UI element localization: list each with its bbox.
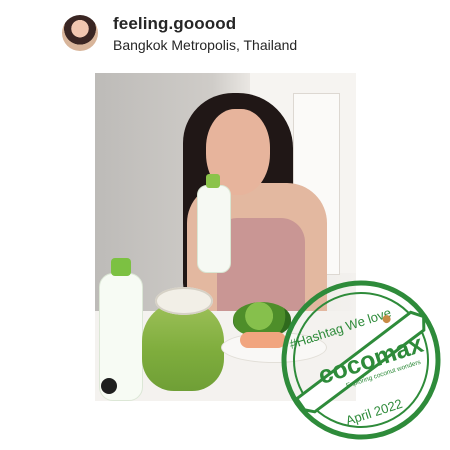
location-label[interactable]: Bangkok Metropolis, Thailand [113, 37, 297, 53]
cocomax-stamp: #Hashtag We love cocomax Exploring cocon… [281, 280, 441, 440]
username[interactable]: feeling.gooood [113, 14, 236, 34]
avatar[interactable] [62, 15, 98, 51]
post-header: feeling.gooood Bangkok Metropolis, Thail… [0, 0, 450, 66]
stamp-date: April 2022 [344, 396, 404, 428]
product-bottle-held [197, 174, 231, 273]
coconut-top [155, 287, 213, 315]
tagged-user-icon[interactable] [101, 378, 117, 394]
